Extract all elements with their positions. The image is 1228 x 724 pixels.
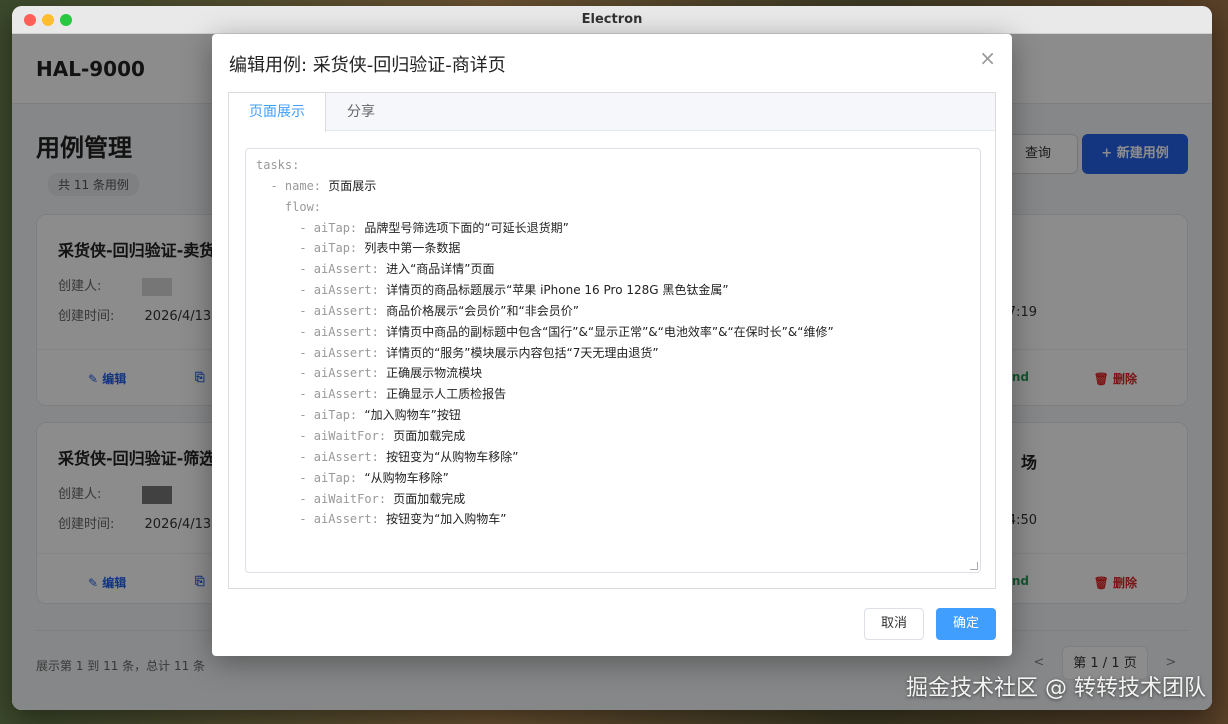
code-line: - aiAssert: 详情页的商品标题展示“苹果 iPhone 16 Pro … (256, 280, 970, 301)
close-icon[interactable]: × (979, 46, 996, 70)
yaml-editor-textarea[interactable]: tasks: - name: 页面展示 flow: - aiTap: 品牌型号筛… (245, 148, 981, 573)
title-bar: Electron (12, 6, 1212, 34)
code-line: - aiTap: 列表中第一条数据 (256, 238, 970, 259)
resize-handle[interactable] (970, 562, 978, 570)
modal-title: 编辑用例: 采货侠-回归验证-商详页 (229, 55, 506, 76)
code-value: 正确显示人工质检报告 (386, 387, 507, 402)
tab-bar: 页面展示 分享 (229, 93, 995, 132)
code-value: 页面加载完成 (393, 428, 466, 443)
confirm-button[interactable]: 确定 (936, 608, 996, 640)
code-value: 品牌型号筛选项下面的“可延长退货期” (364, 220, 569, 235)
code-key: - aiAssert: (299, 262, 387, 277)
code-line: - aiAssert: 按钮变为“从购物车移除” (256, 447, 970, 468)
code-value: “加入购物车”按钮 (364, 408, 461, 423)
code-line: - aiAssert: 正确展示物流模块 (256, 363, 970, 384)
code-key: - aiAssert: (299, 512, 387, 527)
code-line: - aiAssert: 进入“商品详情”页面 (256, 259, 970, 280)
cancel-button[interactable]: 取消 (864, 608, 924, 640)
window-title: Electron (581, 12, 643, 27)
code-line: - aiAssert: 详情页的“服务”模块展示内容包括“7天无理由退货” (256, 343, 970, 364)
code-line: flow: (256, 197, 970, 218)
code-key: - aiAssert: (299, 303, 387, 318)
code-key: - aiWaitFor: (299, 491, 394, 506)
watermark-text: 掘金技术社区 @ 转转技术团队 (906, 676, 1206, 701)
code-value: 详情页的商品标题展示“苹果 iPhone 16 Pro 128G 黑色钛金属” (386, 283, 729, 298)
code-value: 详情页中商品的副标题中包含“国行”&“显示正常”&“电池效率”&“在保时长”&“… (386, 324, 834, 339)
code-key: - aiAssert: (299, 449, 387, 464)
code-value: 详情页的“服务”模块展示内容包括“7天无理由退货” (386, 345, 659, 360)
tab-share[interactable]: 分享 (327, 93, 395, 131)
tabs-container: 页面展示 分享 tasks: - name: 页面展示 flow: - aiTa… (228, 92, 996, 589)
code-key: - aiAssert: (299, 283, 387, 298)
code-key: - aiWaitFor: (299, 428, 394, 443)
code-value: 正确展示物流模块 (386, 366, 483, 381)
code-key: - name: (270, 178, 329, 193)
code-line: - aiWaitFor: 页面加载完成 (256, 489, 970, 510)
code-value: 按钮变为“加入购物车” (386, 512, 507, 527)
code-value: 按钮变为“从购物车移除” (386, 449, 519, 464)
code-key: - aiTap: (299, 220, 365, 235)
code-line: - aiTap: 品牌型号筛选项下面的“可延长退货期” (256, 218, 970, 239)
code-line: tasks: (256, 155, 970, 176)
code-key: - aiTap: (299, 241, 365, 256)
code-line: - aiTap: “从购物车移除” (256, 468, 970, 489)
code-key: - aiAssert: (299, 387, 387, 402)
modal-footer: 取消 确定 (864, 608, 996, 640)
code-key: - aiAssert: (299, 366, 387, 381)
code-line: - aiWaitFor: 页面加载完成 (256, 426, 970, 447)
edit-case-modal: 编辑用例: 采货侠-回归验证-商详页 × 页面展示 分享 tasks: - na… (212, 34, 1012, 656)
code-value: 页面加载完成 (393, 491, 466, 506)
code-value: “从购物车移除” (364, 470, 449, 485)
code-line: - aiAssert: 详情页中商品的副标题中包含“国行”&“显示正常”&“电池… (256, 322, 970, 343)
code-key: - aiAssert: (299, 345, 387, 360)
code-key: - aiAssert: (299, 324, 387, 339)
code-key: tasks: (256, 158, 300, 172)
code-key: - aiTap: (299, 470, 365, 485)
code-line: - aiAssert: 按钮变为“加入购物车” (256, 509, 970, 530)
code-value: 商品价格展示“会员价”和“非会员价” (386, 303, 579, 318)
code-line: - aiAssert: 正确显示人工质检报告 (256, 384, 970, 405)
tab-page-display[interactable]: 页面展示 (229, 93, 326, 132)
code-value: 列表中第一条数据 (364, 241, 461, 256)
code-line: - aiTap: “加入购物车”按钮 (256, 405, 970, 426)
code-value: 页面展示 (328, 178, 377, 193)
code-line: - name: 页面展示 (256, 176, 970, 197)
code-value: 进入“商品详情”页面 (386, 262, 495, 277)
code-key: flow: (284, 199, 322, 214)
code-key: - aiTap: (299, 408, 365, 423)
code-line: - aiAssert: 商品价格展示“会员价”和“非会员价” (256, 301, 970, 322)
